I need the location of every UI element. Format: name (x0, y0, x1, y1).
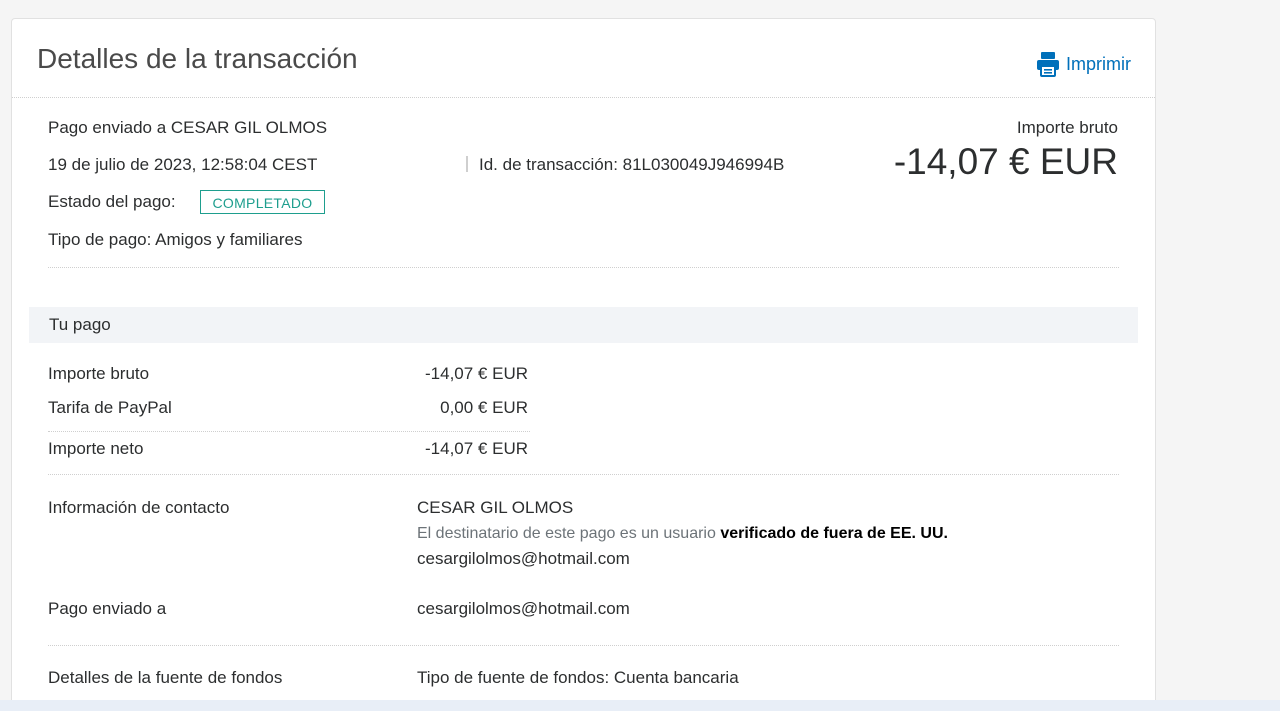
funding-details-label: Detalles de la fuente de fondos (48, 668, 283, 687)
row-label-net: Importe neto (48, 439, 144, 458)
transaction-details-card: Detalles de la transacción Imprimir Pago… (11, 18, 1156, 711)
row-label-fee: Tarifa de PayPal (48, 398, 172, 417)
gross-amount-value: -14,07 € EUR (893, 141, 1118, 182)
page-title: Detalles de la transacción (37, 43, 358, 74)
sent-to-label: Pago enviado a (48, 599, 167, 618)
funding-type: Tipo de fuente de fondos: Cuenta bancari… (417, 668, 739, 687)
payment-divider (48, 474, 1119, 475)
row-value-fee: 0,00 € EUR (440, 398, 528, 417)
gross-amount-label: Importe bruto (1016, 118, 1118, 137)
printer-icon (1036, 51, 1060, 77)
contact-email: cesargilolmos@hotmail.com (417, 549, 630, 568)
payment-sent-to-heading: Pago enviado a CESAR GIL OLMOS (48, 118, 328, 137)
card-header: Detalles de la transacción Imprimir (12, 19, 1155, 98)
payment-type: Tipo de pago: Amigos y familiares (48, 230, 303, 249)
contact-info-label: Información de contacto (48, 498, 230, 517)
status-label: Estado del pago: (48, 192, 176, 211)
bottom-strip (0, 700, 1280, 711)
verified-note: El destinatario de este pago es un usuar… (417, 525, 948, 543)
contact-name: CESAR GIL OLMOS (417, 498, 574, 517)
print-label: Imprimir (1066, 53, 1131, 74)
net-divider (48, 431, 530, 432)
row-value-net: -14,07 € EUR (425, 439, 528, 458)
page: Detalles de la transacción Imprimir Pago… (0, 0, 1280, 711)
vertical-separator (466, 156, 468, 172)
row-label-gross: Importe bruto (48, 364, 150, 383)
summary-divider (48, 267, 1119, 268)
section-title: Tu pago (49, 315, 111, 334)
verified-note-bold: verificado de fuera de EE. UU. (720, 525, 948, 542)
status-badge: COMPLETADO (200, 190, 325, 214)
sent-to-divider (48, 645, 1119, 646)
sent-to-email: cesargilolmos@hotmail.com (417, 599, 630, 618)
verified-note-prefix: El destinatario de este pago es un usuar… (417, 525, 716, 542)
print-button[interactable]: Imprimir (1036, 51, 1131, 77)
your-payment-section-header: Tu pago (29, 307, 1138, 343)
row-value-gross: -14,07 € EUR (425, 364, 528, 383)
transaction-datetime: 19 de julio de 2023, 12:58:04 CEST (48, 155, 318, 174)
transaction-id: Id. de transacción: 81L030049J946994B (479, 155, 785, 174)
